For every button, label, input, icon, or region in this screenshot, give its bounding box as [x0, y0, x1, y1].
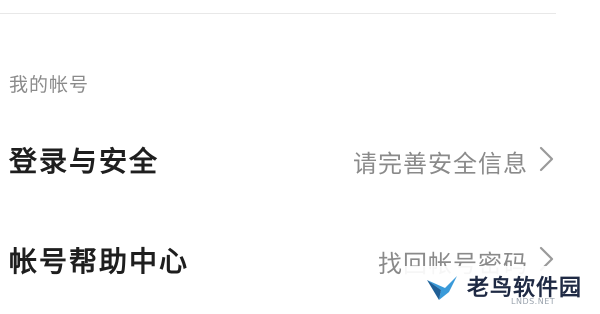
bird-logo-icon [425, 272, 459, 304]
section-title-my-account: 我的帐号 [9, 74, 90, 96]
row-value: 请完善安全信息 [353, 150, 528, 178]
watermark: 老鸟软件园 LNDS.NET [401, 266, 591, 310]
watermark-domain: LNDS.NET [511, 297, 556, 306]
row-label: 登录与安全 [9, 145, 160, 178]
row-login-security[interactable]: 登录与安全 请完善安全信息 [0, 130, 600, 190]
top-divider [0, 13, 556, 14]
row-label: 帐号帮助中心 [9, 245, 190, 278]
chevron-right-icon [538, 144, 556, 174]
